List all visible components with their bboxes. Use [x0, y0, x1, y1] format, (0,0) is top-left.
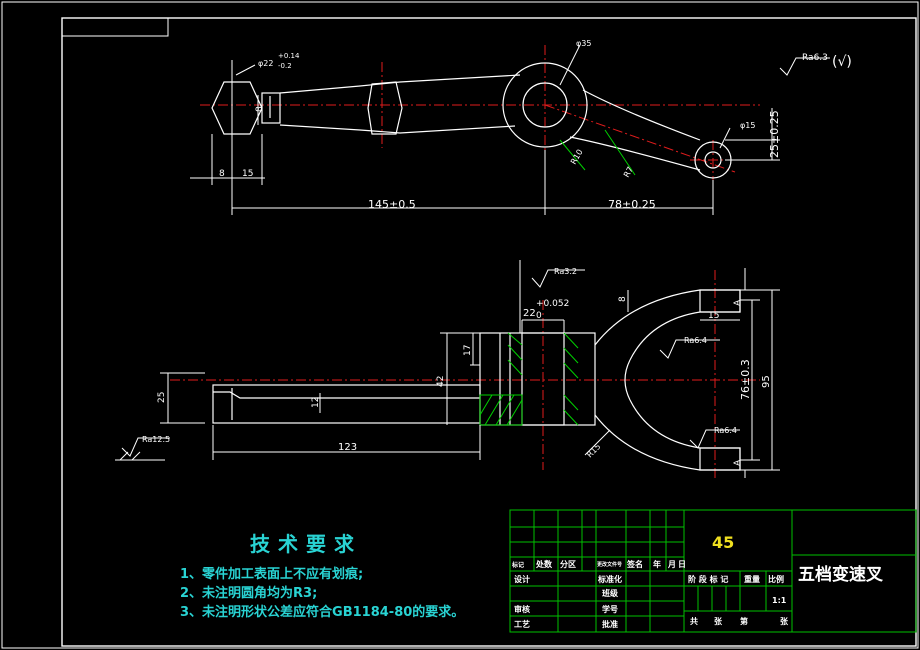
dim-15: 15	[242, 169, 253, 179]
tb-class: 班级	[602, 588, 619, 598]
tb-scale: 比例	[768, 574, 784, 584]
tech-req-item-3: 3、未注明形状公差应符合GB1184-80的要求。	[180, 605, 465, 620]
tb-month: 月	[667, 560, 676, 569]
dim-17: 17	[463, 345, 473, 356]
section-mark-a2: A	[733, 459, 743, 466]
dim-h8: 8	[255, 106, 265, 112]
dim-8: 8	[219, 169, 225, 179]
tb-standardize: 标准化	[597, 574, 622, 584]
dim-bore-22: 22	[523, 308, 536, 319]
dim-phi22-tol-up: +0.14	[278, 52, 300, 60]
arm-upper-edge	[279, 74, 521, 94]
tb-review: 审核	[514, 604, 530, 614]
tb-count: 处数	[535, 559, 553, 569]
dim-42: 42	[436, 376, 446, 387]
general-roughness-value: Ra6.3	[802, 53, 828, 63]
mid-hex-section	[367, 81, 403, 135]
dim-w15: 15	[708, 311, 719, 321]
dim-phi15: φ15	[740, 121, 755, 130]
tb-signature: 签名	[626, 559, 643, 569]
ra64a-label: Ra6.4	[684, 336, 707, 345]
hub-body	[479, 332, 596, 426]
link-arm	[569, 89, 701, 171]
fork-lower-arm	[594, 399, 741, 471]
ra32-label: Ra3.2	[554, 267, 577, 276]
top-view: R10 R7 145±0.5 78±0.25 8 15 φ22 +0.14 -0…	[190, 39, 781, 215]
drawing-title: 五档变速叉	[798, 564, 884, 585]
dim-phi22-tol-low: -0.2	[278, 62, 292, 70]
tb-sheets: 张	[714, 617, 723, 626]
dim-w8: 8	[618, 296, 628, 302]
ra125-label: Ra12.5	[142, 435, 170, 444]
dim-r15: R15	[585, 442, 603, 460]
tb-year: 年	[653, 559, 661, 569]
shaft-body	[212, 384, 481, 424]
r7-label: R7	[622, 165, 635, 179]
front-view: Ra3.2 Ra6.4 Ra6.4 Ra12.5 22 +0.052 0 17 …	[115, 260, 780, 480]
tb-approve: 批准	[602, 619, 618, 629]
tb-stage: 阶 段 标 记	[688, 574, 728, 584]
general-roughness-symbol: Ra6.3 (√)	[779, 53, 852, 76]
tech-req-item-2: 2、未注明圆角均为R3;	[180, 586, 318, 601]
tb-weight: 重量	[744, 574, 760, 584]
tech-req-item-1: 1、零件加工表面上不应有划痕;	[180, 567, 364, 582]
tb-day: 日	[678, 560, 686, 569]
tb-sheet-unit: 张	[780, 617, 789, 626]
tb-mark: 标记	[511, 561, 524, 569]
tech-req-title: 技术要求	[250, 532, 362, 556]
dim-phi35: φ35	[576, 39, 591, 48]
material-label: 45	[712, 533, 734, 552]
ra64b-label: Ra6.4	[714, 426, 737, 435]
dim-95: 95	[761, 375, 772, 388]
general-roughness-suffix: (√)	[832, 54, 852, 70]
dim-76: 76±0.3	[739, 359, 752, 400]
dim-bore-tol-low: 0	[536, 311, 542, 321]
fork-upper-arm	[594, 289, 741, 361]
dim-bore-tol-up: +0.052	[536, 299, 569, 309]
tb-design: 设计	[514, 574, 530, 584]
tb-sheet-no: 第	[740, 616, 748, 626]
r10-label: R10	[569, 148, 585, 166]
technical-requirements: 技术要求 1、零件加工表面上不应有划痕; 2、未注明圆角均为R3; 3、未注明形…	[180, 528, 500, 622]
dim-145: 145±0.5	[368, 198, 416, 211]
dim-123: 123	[338, 442, 357, 453]
dim-25b: 25	[157, 392, 167, 403]
dim-phi22: φ22	[258, 59, 273, 68]
tb-zone: 分区	[560, 559, 576, 569]
tb-student-no: 学号	[602, 604, 618, 614]
corner-code-box	[61, 17, 169, 37]
dim-25: 25±0.25	[768, 110, 781, 158]
tb-process: 工艺	[514, 619, 530, 629]
tb-change-doc: 更改文件号	[597, 561, 622, 568]
section-mark-a1: A	[733, 299, 743, 306]
tb-total: 共	[690, 616, 698, 626]
dim-12: 12	[311, 397, 321, 408]
dim-78: 78±0.25	[608, 198, 656, 211]
tb-scale-value: 1:1	[772, 596, 787, 605]
